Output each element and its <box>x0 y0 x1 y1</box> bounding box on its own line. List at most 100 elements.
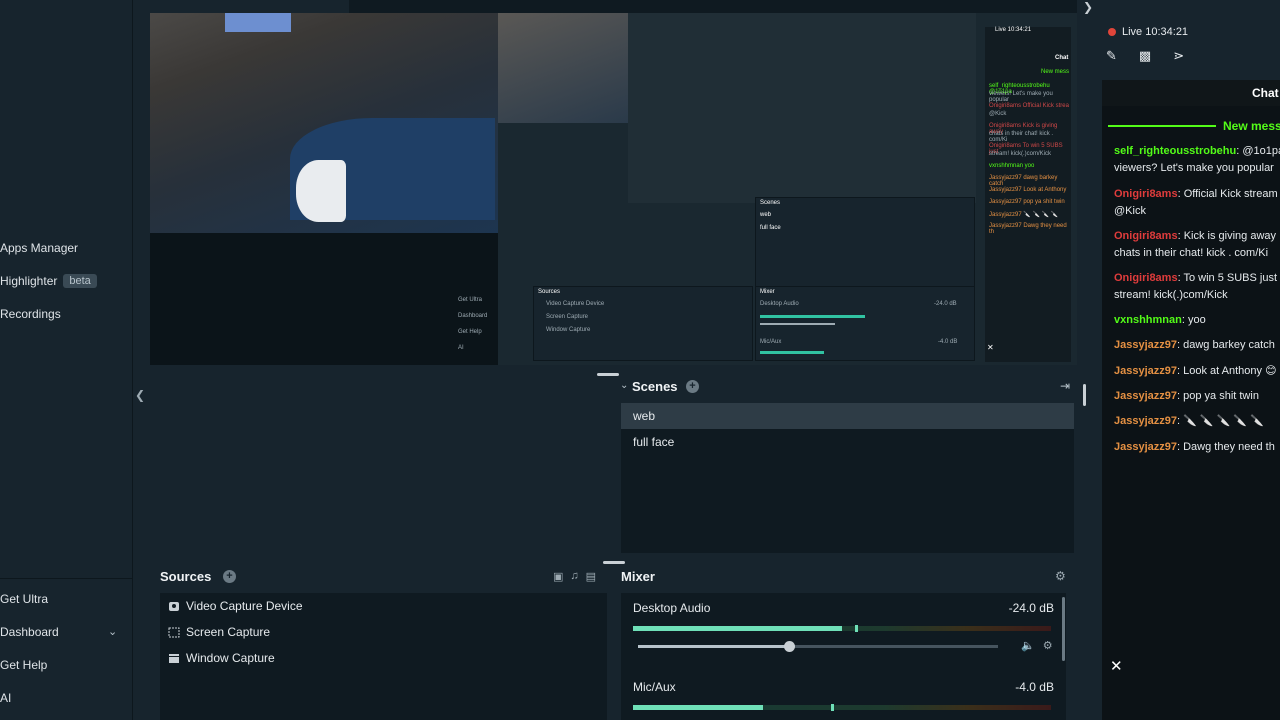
slider-fill <box>638 645 790 648</box>
nav-recordings[interactable]: Recordings <box>0 307 61 321</box>
source-label: Window Capture <box>186 651 275 665</box>
chat-username[interactable]: Jassyjazz97 <box>1114 390 1177 402</box>
resize-handle-top[interactable] <box>597 373 619 376</box>
chat-message: @Kick <box>1114 203 1280 219</box>
scene-item-full-face[interactable]: full face <box>621 429 1074 455</box>
collapse-panel-icon[interactable]: ⇥ <box>1060 379 1070 393</box>
chevron-down-icon: ⌄ <box>108 626 118 638</box>
meter-peak <box>831 704 834 711</box>
stream-preview[interactable]: Scenes web full face Sources Video Captu… <box>150 13 1077 365</box>
sleeve-cuff <box>296 160 346 222</box>
share-icon[interactable]: ⋗ <box>1173 48 1184 64</box>
nav-get-ultra[interactable]: Get Ultra <box>0 592 48 606</box>
camera-icon <box>168 601 180 612</box>
chat-username[interactable]: Onigiri8ams <box>1114 188 1178 200</box>
nav-highlighter-label: Highlighter <box>0 274 58 288</box>
nested-chat-header: Chat <box>1055 55 1069 61</box>
chevron-down-icon[interactable]: ⌄ <box>620 380 628 391</box>
chat-text: : Dawg they need th <box>1177 441 1275 453</box>
nested-nav-dashboard: Dashboard <box>458 313 488 319</box>
chat-text: : pop ya shit twin <box>1177 390 1259 402</box>
scenes-title: Scenes <box>632 379 678 394</box>
nested-webcam <box>498 13 628 123</box>
nav-ai[interactable]: AI <box>0 691 11 705</box>
audio-icon[interactable]: ♫ <box>570 570 578 583</box>
gear-icon[interactable]: ⚙ <box>1055 569 1066 583</box>
scene-item-web[interactable]: web <box>621 403 1074 429</box>
nested-msg-9: vxnshhmnan yoo <box>989 163 1035 169</box>
mixer-scrollbar[interactable] <box>1062 597 1065 661</box>
nested-mic-aux: Mic/Aux <box>760 339 782 345</box>
source-item-screen-capture[interactable]: Screen Capture <box>168 625 270 639</box>
pencil-icon[interactable]: ✎ <box>1106 48 1117 64</box>
mixer-title: Mixer <box>621 569 655 584</box>
speaker-icon[interactable]: 🔈 <box>1021 639 1035 652</box>
source-item-window-capture[interactable]: Window Capture <box>168 651 275 665</box>
chat-username[interactable]: self_righteousstrobehu <box>1114 145 1236 157</box>
chat-username[interactable]: Onigiri8ams <box>1114 272 1178 284</box>
nested-scenes-title: Scenes <box>760 200 781 206</box>
chat-message: viewers? Let's make you popular <box>1114 160 1280 176</box>
chat-message: Jassyjazz97: Dawg they need th <box>1114 439 1280 455</box>
nested-desktop-db: -24.0 dB <box>934 301 957 307</box>
chat-message: Onigiri8ams: Kick is giving away <box>1114 228 1280 244</box>
scenes-list: web full face <box>621 403 1074 553</box>
chat-username[interactable]: Jassyjazz97 <box>1114 365 1177 377</box>
nested-msg-6: chats in their chat! kick . com/Ki <box>989 131 1054 143</box>
nav-apps-manager[interactable]: Apps Manager <box>0 241 78 255</box>
chat-username[interactable]: Jassyjazz97 <box>1114 339 1177 351</box>
nested-scene-full-face: full face <box>760 225 781 231</box>
add-scene-icon[interactable]: + <box>686 380 699 393</box>
chat-text: : Official Kick stream <box>1177 188 1278 200</box>
desktop-audio-label: Desktop Audio <box>633 601 711 615</box>
chat-username[interactable]: vxnshhmnan <box>1114 314 1182 326</box>
group-icon[interactable]: ▣ <box>553 570 563 583</box>
chat-message: Onigiri8ams: To win 5 SUBS just <box>1114 270 1280 286</box>
popout-icon[interactable]: ▩ <box>1139 48 1151 64</box>
nested-msg-8: stream! kick(.)com/Kick <box>989 151 1052 157</box>
left-sidebar: Apps Manager Highlighter beta Recordings… <box>0 0 133 720</box>
nested-preview: Scenes web full face Sources Video Captu… <box>458 13 1077 365</box>
add-source-icon[interactable]: + <box>223 570 236 583</box>
folder-icon[interactable]: ▤ <box>586 570 596 583</box>
chat-username[interactable]: Jassyjazz97 <box>1114 415 1177 427</box>
chat-message: Jassyjazz97: Look at Anthony 😊 <box>1114 363 1280 379</box>
live-label: Live 10:34:21 <box>1122 26 1189 38</box>
nav-get-ultra-label: Get Ultra <box>0 592 49 606</box>
chat-text: : 🔪 🔪 🔪 🔪 🔪 <box>1177 415 1264 427</box>
nested-inner-preview <box>628 13 976 203</box>
new-messages-label: New mess <box>1223 119 1280 133</box>
gear-icon[interactable]: ⚙ <box>1043 639 1053 652</box>
chevron-left-icon[interactable]: ❮ <box>135 388 145 402</box>
nested-mixer-panel: Mixer Desktop Audio -24.0 dB Mic/Aux -4.… <box>755 286 975 361</box>
resize-handle-bottom[interactable] <box>603 561 625 564</box>
desktop-audio-db: -24.0 dB <box>1008 601 1054 615</box>
nav-dashboard-label: Dashboard <box>0 625 59 639</box>
nested-nav-get-ultra: Get Ultra <box>458 297 483 303</box>
nested-meter-1 <box>760 315 865 318</box>
meter-fill <box>633 705 763 710</box>
desktop-audio-volume-slider[interactable] <box>638 641 998 652</box>
preview-scrollbar[interactable] <box>1083 384 1086 406</box>
live-status: Live 10:34:21 <box>1108 26 1188 38</box>
mic-aux-label: Mic/Aux <box>633 680 676 694</box>
meter-peak <box>855 625 858 632</box>
nested-mic-db: -4.0 dB <box>938 339 958 345</box>
nav-highlighter[interactable]: Highlighter beta <box>0 274 97 288</box>
nested-msg-4: @Kick <box>989 111 1007 117</box>
chat-text: : Kick is giving away <box>1177 230 1277 242</box>
nav-dashboard[interactable]: Dashboard ⌄ <box>0 625 133 639</box>
chat-username[interactable]: Onigiri8ams <box>1114 230 1178 242</box>
chat-text: @Kick <box>1114 205 1146 217</box>
nested-slider-1 <box>760 323 835 325</box>
nested-source-2: Screen Capture <box>546 314 589 320</box>
nested-msg-2: viewers! Let's make you popular <box>989 91 1053 103</box>
close-icon[interactable]: ✕ <box>1110 657 1123 675</box>
window-icon <box>168 653 180 664</box>
nested-scene-web: web <box>760 212 772 218</box>
nav-get-help[interactable]: Get Help <box>0 658 47 672</box>
chat-username[interactable]: Jassyjazz97 <box>1114 441 1177 453</box>
source-item-video-capture[interactable]: Video Capture Device <box>168 599 303 613</box>
chevron-right-icon[interactable]: ❯ <box>1083 0 1093 14</box>
chat-text: viewers? Let's make you popular <box>1114 162 1274 174</box>
